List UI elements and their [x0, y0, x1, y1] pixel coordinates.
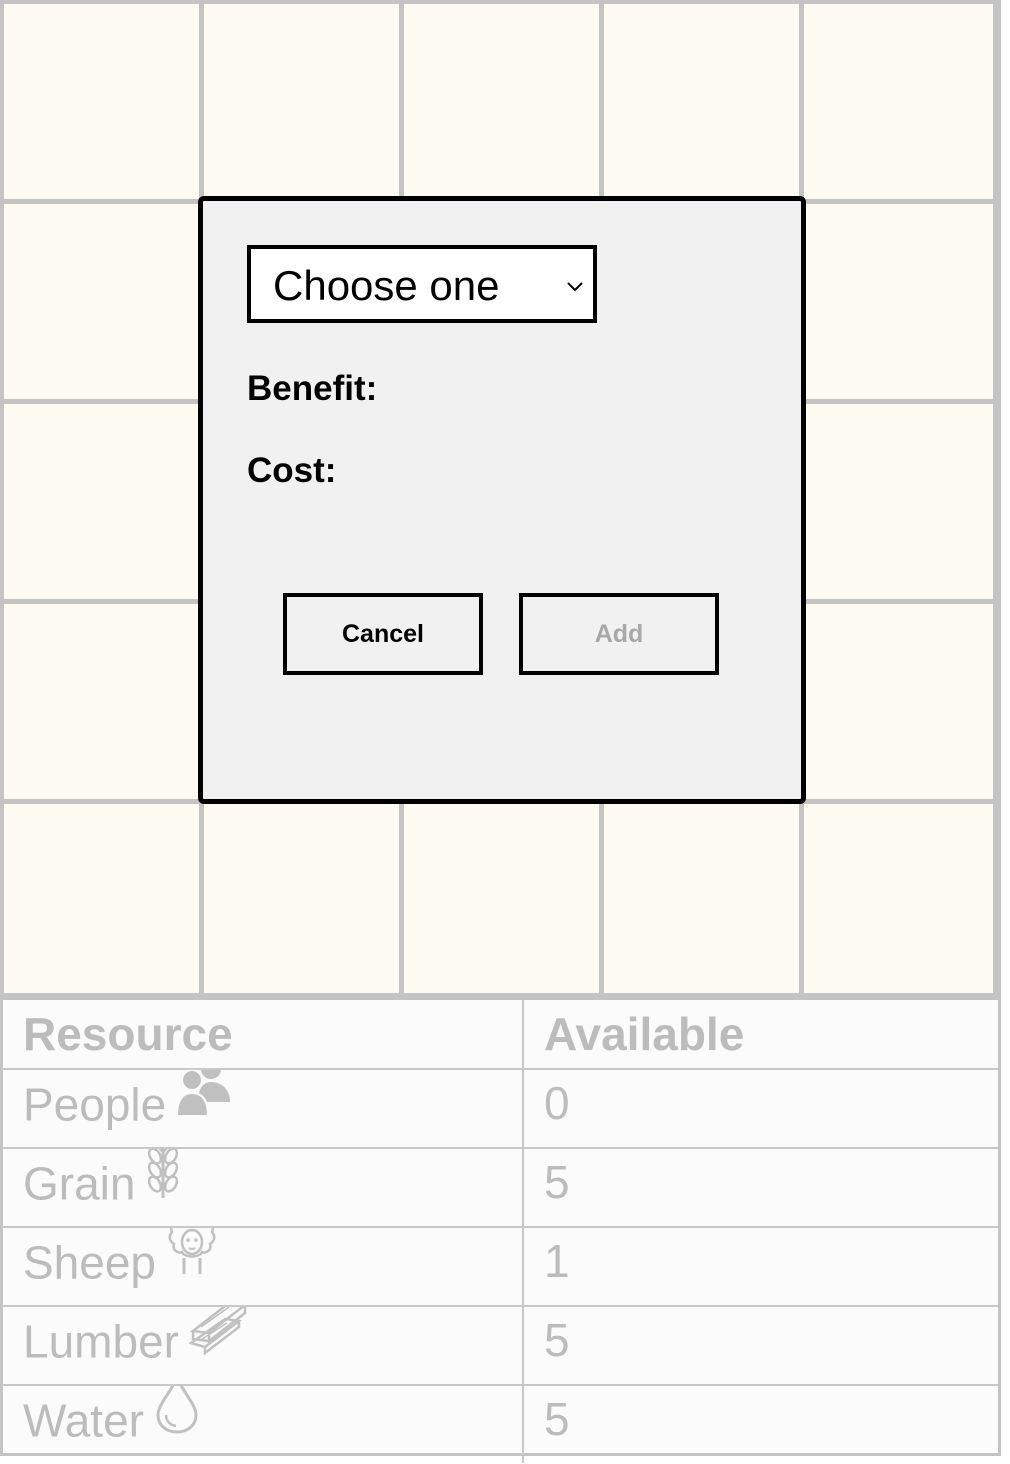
resource-name: People — [23, 1078, 167, 1131]
available-cell: 5 — [522, 1147, 998, 1228]
resource-name: Grain — [23, 1157, 136, 1210]
build-dialog: Choose one Benefit: Cost: Cancel Add — [198, 196, 806, 804]
cancel-button[interactable]: Cancel — [283, 593, 483, 675]
resource-column-header: Resource — [3, 1000, 524, 1070]
table-row: Grain 5 — [3, 1147, 998, 1228]
resource-name: Lumber — [23, 1315, 179, 1368]
grain-icon — [145, 1150, 181, 1211]
sheep-icon — [166, 1229, 218, 1289]
board-cell[interactable] — [804, 804, 993, 993]
water-icon — [154, 1387, 200, 1446]
resource-name: Sheep — [23, 1236, 157, 1289]
available-value: 5 — [544, 1392, 570, 1445]
table-row: Lumber 5 — [3, 1305, 998, 1386]
table-header-row: Resource Available — [3, 1000, 998, 1070]
table-row: Water 5 — [3, 1384, 998, 1463]
available-cell: 0 — [522, 1068, 998, 1149]
resource-cell: People — [3, 1068, 524, 1149]
available-value: 5 — [544, 1313, 570, 1366]
board-cell[interactable] — [604, 804, 799, 993]
available-value: 1 — [544, 1234, 570, 1287]
available-value: 5 — [544, 1155, 570, 1208]
board-cell[interactable] — [804, 4, 993, 199]
add-button[interactable]: Add — [519, 593, 719, 675]
resource-table: Resource Available People 0 Grain 5 Shee… — [0, 997, 1001, 1463]
board-cell[interactable] — [4, 204, 199, 399]
resource-cell: Lumber — [3, 1305, 524, 1386]
board-cell[interactable] — [204, 4, 399, 199]
people-icon — [176, 1071, 232, 1131]
board-cell[interactable] — [404, 804, 599, 993]
board-cell[interactable] — [4, 4, 199, 199]
table-row: Sheep 1 — [3, 1226, 998, 1307]
building-select[interactable]: Choose one — [247, 245, 597, 323]
board-cell[interactable] — [604, 4, 799, 199]
resource-cell: Water — [3, 1384, 524, 1463]
board-cell[interactable] — [804, 204, 993, 399]
available-cell: 1 — [522, 1226, 998, 1307]
building-select-value[interactable]: Choose one — [273, 263, 500, 309]
lumber-icon — [188, 1308, 249, 1366]
chevron-down-icon[interactable] — [565, 279, 585, 293]
board-cell[interactable] — [404, 4, 599, 199]
resource-cell: Sheep — [3, 1226, 524, 1307]
resource-name: Water — [23, 1394, 144, 1447]
table-row: People 0 — [3, 1068, 998, 1149]
board-cell[interactable] — [4, 604, 199, 799]
available-column-header: Available — [522, 1000, 998, 1070]
board-cell[interactable] — [4, 804, 199, 993]
board-cell[interactable] — [4, 404, 199, 599]
available-cell: 5 — [522, 1384, 998, 1463]
game-page: Choose one Benefit: Cost: Cancel Add Res… — [0, 0, 1010, 1464]
resource-cell: Grain — [3, 1147, 524, 1228]
available-cell: 5 — [522, 1305, 998, 1386]
cost-label: Cost: — [247, 451, 337, 490]
benefit-label: Benefit: — [247, 369, 378, 408]
board-cell[interactable] — [204, 804, 399, 993]
board-cell[interactable] — [804, 604, 993, 799]
board-cell[interactable] — [804, 404, 993, 599]
available-value: 0 — [544, 1076, 570, 1129]
